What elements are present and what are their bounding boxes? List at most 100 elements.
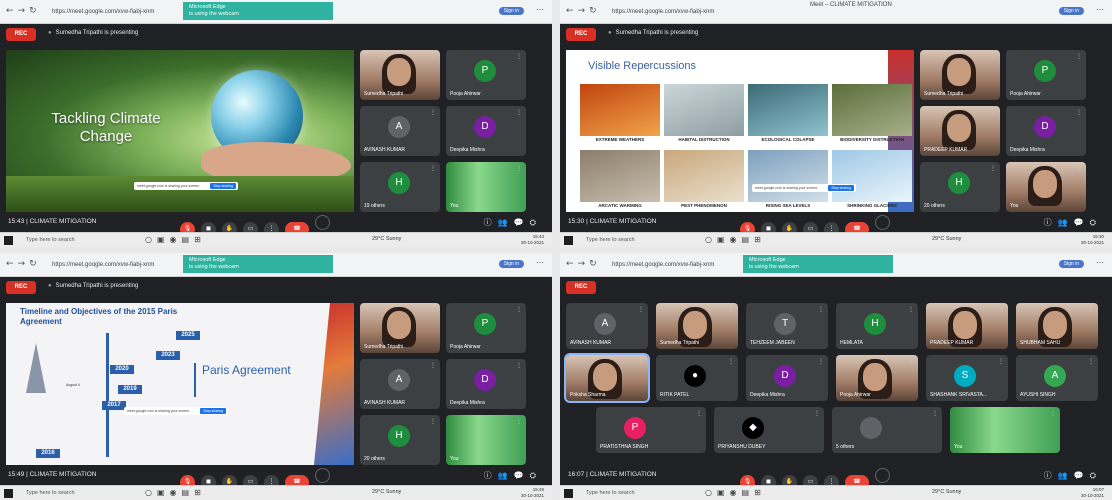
taskbar-apps[interactable]: ○▣◉▤⊞ (705, 235, 766, 244)
more-options-icon[interactable]: ⋮ (430, 362, 436, 369)
browser-nav-icons[interactable]: ←→↻ (6, 6, 41, 16)
address-bar[interactable]: https://meet.google.com/xvw-fiabj-xnm (606, 258, 756, 272)
address-bar[interactable]: https://meet.google.com/xvw-fiabj-xnm (46, 5, 196, 19)
more-options-icon[interactable]: ⋮ (1076, 109, 1082, 116)
stop-sharing-button[interactable]: Stop sharing (210, 183, 236, 189)
more-options-icon[interactable]: ⋮ (696, 410, 702, 417)
more-options-icon[interactable]: ⋮ (998, 358, 1004, 365)
participant-tile[interactable]: P Pooja Ahirwar ⋮ (446, 50, 526, 100)
participant-tile[interactable]: P Pooja Ahirwar ⋮ (446, 303, 526, 353)
participant-tile[interactable]: Sumedha Tripathi ⋮ (360, 303, 440, 353)
address-bar[interactable]: https://meet.google.com/xvw-fiabj-xnm (606, 5, 756, 19)
taskbar-apps[interactable]: ○▣◉▤⊞ (145, 235, 206, 244)
participant-tile[interactable]: P Pooja Ahirwar ⋮ (1006, 50, 1086, 100)
participant-tile[interactable]: D Deepika Mishra ⋮ (446, 359, 526, 409)
windows-start-icon[interactable] (4, 236, 13, 245)
more-options-icon[interactable]: ⋮ (1076, 53, 1082, 60)
more-options-icon[interactable]: ⋮ (430, 306, 436, 313)
more-options-icon[interactable]: ⋮ (516, 418, 522, 425)
taskbar-search[interactable]: Type here to search (18, 488, 138, 499)
participant-tile[interactable]: T TEHZEEM JABEEN ⋮ (746, 303, 828, 349)
captions-icon[interactable] (875, 468, 890, 483)
participant-tile[interactable]: You ⋮ (446, 162, 526, 212)
captions-icon[interactable] (315, 215, 330, 230)
sign-in-button[interactable]: Sign in (498, 260, 524, 268)
participant-tile[interactable]: You ⋮ (1006, 162, 1086, 212)
participant-tile[interactable]: Pooja Ahirwar ⋮ (836, 355, 918, 401)
more-options-icon[interactable]: ⋮ (516, 362, 522, 369)
taskbar-apps[interactable]: ○▣◉▤⊞ (705, 488, 766, 497)
participant-tile[interactable]: You ⋮ (446, 415, 526, 465)
browser-nav-icons[interactable]: ←→↻ (566, 6, 601, 16)
more-options-icon[interactable]: ⋮ (1088, 358, 1094, 365)
more-options-icon[interactable]: ⋮ (638, 306, 644, 313)
participant-tile[interactable]: H 20 others ⋮ (360, 415, 440, 465)
participant-tile[interactable]: D Deepika Mishra ⋮ (1006, 106, 1086, 156)
participant-tile[interactable]: Sumedha Tripathi ⋮ (920, 50, 1000, 100)
more-options-icon[interactable]: ⋮ (430, 165, 436, 172)
more-options-icon[interactable]: ⋮ (516, 109, 522, 116)
windows-start-icon[interactable] (564, 489, 573, 498)
captions-icon[interactable] (315, 468, 330, 483)
taskbar-search[interactable]: Type here to search (578, 235, 698, 246)
taskbar-search[interactable]: Type here to search (18, 235, 138, 246)
participant-tile[interactable]: SHUBHAM SAHU ⋮ (1016, 303, 1098, 349)
participant-tile[interactable]: ● RITIK PATEL ⋮ (656, 355, 738, 401)
more-options-icon[interactable]: ⋮ (638, 358, 644, 365)
participant-tile[interactable]: Sumedha Tripathi ⋮ (360, 50, 440, 100)
participant-tile[interactable]: H 19 others ⋮ (360, 162, 440, 212)
sign-in-button[interactable]: Sign in (1058, 260, 1084, 268)
taskbar-search[interactable]: Type here to search (578, 488, 698, 499)
participant-tile[interactable]: H 20 others ⋮ (920, 162, 1000, 212)
more-options-icon[interactable]: ⋮ (516, 306, 522, 313)
more-options-icon[interactable]: ⋮ (908, 306, 914, 313)
sign-in-button[interactable]: Sign in (1058, 7, 1084, 15)
windows-start-icon[interactable] (4, 489, 13, 498)
menu-icon[interactable]: ⋯ (536, 258, 544, 267)
more-options-icon[interactable]: ⋮ (932, 410, 938, 417)
more-options-icon[interactable]: ⋮ (908, 358, 914, 365)
taskbar-apps[interactable]: ○▣◉▤⊞ (145, 488, 206, 497)
more-options-icon[interactable]: ⋮ (998, 306, 1004, 313)
more-options-icon[interactable]: ⋮ (430, 418, 436, 425)
more-options-icon[interactable]: ⋮ (728, 358, 734, 365)
participant-tile[interactable]: H HEMLATA ⋮ (836, 303, 918, 349)
side-panel-icons[interactable]: ⓘ👥💬⛭ (484, 470, 542, 481)
more-options-icon[interactable]: ⋮ (1088, 306, 1094, 313)
participant-tile[interactable]: Sumedha Tripathi ⋮ (656, 303, 738, 349)
participant-tile[interactable]: You ⋮ (950, 407, 1060, 453)
captions-icon[interactable] (875, 215, 890, 230)
participant-tile[interactable]: 5 others ⋮ (832, 407, 942, 453)
more-options-icon[interactable]: ⋮ (430, 53, 436, 60)
sign-in-button[interactable]: Sign in (498, 7, 524, 15)
stop-sharing-button[interactable]: Stop sharing (200, 408, 226, 414)
participant-tile[interactable]: P PRATISTHNA SINGH ⋮ (596, 407, 706, 453)
more-options-icon[interactable]: ⋮ (990, 109, 996, 116)
menu-icon[interactable]: ⋯ (536, 5, 544, 14)
address-bar[interactable]: https://meet.google.com/xvw-fiabj-xnm (46, 258, 196, 272)
participant-tile[interactable]: S SHASHANK SRIVASTA... ⋮ (926, 355, 1008, 401)
browser-nav-icons[interactable]: ←→↻ (6, 259, 41, 269)
participant-tile[interactable]: A AYUSHI SINGH ⋮ (1016, 355, 1098, 401)
participant-tile[interactable]: A AVINASH KUMAR ⋮ (360, 359, 440, 409)
more-options-icon[interactable]: ⋮ (430, 109, 436, 116)
more-options-icon[interactable]: ⋮ (1050, 410, 1056, 417)
menu-icon[interactable]: ⋯ (1096, 5, 1104, 14)
more-options-icon[interactable]: ⋮ (990, 165, 996, 172)
participant-tile[interactable]: PRADEEP KUMAR ⋮ (926, 303, 1008, 349)
side-panel-icons[interactable]: ⓘ👥💬⛭ (1044, 470, 1102, 481)
stop-sharing-button[interactable]: Stop sharing (828, 185, 854, 191)
participant-tile[interactable]: A AVINASH KUMAR ⋮ (360, 106, 440, 156)
more-options-icon[interactable]: ⋮ (818, 358, 824, 365)
participant-tile[interactable]: D Deepika Mishra ⋮ (746, 355, 828, 401)
side-panel-icons[interactable]: ⓘ👥💬⛭ (484, 217, 542, 228)
participant-tile[interactable]: PRADEEP KUMAR ⋮ (920, 106, 1000, 156)
more-options-icon[interactable]: ⋮ (516, 165, 522, 172)
browser-nav-icons[interactable]: ←→↻ (566, 259, 601, 269)
more-options-icon[interactable]: ⋮ (818, 306, 824, 313)
participant-tile[interactable]: Priksha Sharma ⋮ (564, 353, 650, 403)
more-options-icon[interactable]: ⋮ (990, 53, 996, 60)
participant-tile[interactable]: A AVINASH KUMAR ⋮ (566, 303, 648, 349)
more-options-icon[interactable]: ⋮ (1076, 165, 1082, 172)
participant-tile[interactable]: ◆ PRIYANSHU DUBEY ⋮ (714, 407, 824, 453)
